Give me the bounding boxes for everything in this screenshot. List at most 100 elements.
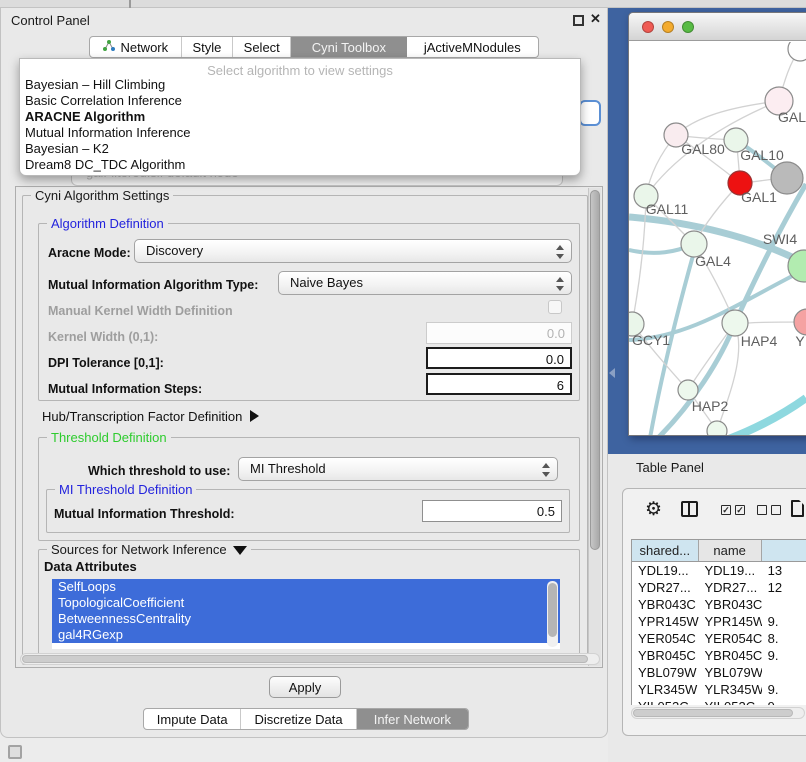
table-cell: YER054C xyxy=(632,630,699,647)
algorithm-option[interactable]: Dream8 DC_TDC Algorithm xyxy=(20,157,580,173)
table-row[interactable]: YLR345WYLR345W9. xyxy=(632,681,806,698)
tab-jactivemnodules[interactable]: jActiveMNodules xyxy=(407,37,538,57)
tab-label: Style xyxy=(193,40,222,55)
scrollbar-thumb[interactable] xyxy=(22,655,588,663)
algorithm-option[interactable]: Basic Correlation Inference xyxy=(20,93,580,109)
table-panel-window: Table Panel ⚙ ✓ ✓ shared...name YDL19...… xyxy=(608,454,806,762)
data-attribute-item[interactable]: TopologicalCoefficient xyxy=(52,595,560,611)
node-label: HAP2 xyxy=(692,398,729,414)
data-attributes-list[interactable]: SelfLoopsTopologicalCoefficientBetweenne… xyxy=(52,579,560,649)
algorithm-option[interactable]: ARACNE Algorithm xyxy=(20,109,580,125)
mi-steps-field[interactable]: 6 xyxy=(426,373,572,395)
table-panel-title: Table Panel xyxy=(636,460,704,475)
aracne-mode-combo[interactable]: Discovery xyxy=(134,239,572,263)
network-view-window: GALGAL80GAL10GAL1GAL11GAL4SWI4GCY1HAP4YH… xyxy=(628,12,806,436)
tab-impute-data[interactable]: Impute Data xyxy=(144,709,241,729)
minimize-traffic-light[interactable] xyxy=(662,21,674,33)
apply-button[interactable]: Apply xyxy=(269,676,341,698)
hub-definition-label: Hub/Transcription Factor Definition xyxy=(42,409,242,424)
panel-collapse-arrow-icon[interactable] xyxy=(609,368,615,378)
tab-label: Select xyxy=(244,40,280,55)
close-icon[interactable]: ✕ xyxy=(590,11,601,27)
mi-threshold-field[interactable]: 0.5 xyxy=(422,500,562,522)
algorithm-option[interactable]: Bayesian – Hill Climbing xyxy=(20,77,580,93)
network-node[interactable] xyxy=(788,42,806,61)
network-edge[interactable] xyxy=(676,101,779,135)
tab-cyni-toolbox[interactable]: Cyni Toolbox xyxy=(291,37,406,57)
table-row[interactable]: YBR043CYBR043C xyxy=(632,596,806,613)
select-all-icon[interactable]: ✓ xyxy=(721,505,731,515)
node-label: SWI4 xyxy=(763,231,797,247)
dpi-tolerance-field[interactable]: 0.0 xyxy=(426,347,572,369)
select-all-icon[interactable]: ✓ xyxy=(735,505,745,515)
table-cell: YLR345W xyxy=(699,681,762,698)
data-attribute-item[interactable]: gal4RGexp xyxy=(52,627,560,643)
algorithm-option[interactable]: Mutual Information Inference xyxy=(20,125,580,141)
node-table[interactable]: shared...name YDL19...YDL19...13YDR27...… xyxy=(631,539,806,705)
new-column-icon[interactable] xyxy=(791,500,804,517)
node-label: GAL xyxy=(778,109,806,125)
tab-infer-network[interactable]: Infer Network xyxy=(357,709,468,729)
attributes-scrollbar[interactable] xyxy=(547,581,558,647)
combo-value: Discovery xyxy=(146,243,203,258)
tab-discretize-data[interactable]: Discretize Data xyxy=(241,709,356,729)
column-header[interactable] xyxy=(762,540,806,561)
table-row[interactable]: YIL052CYIL052C9. xyxy=(632,698,806,705)
combo-spinner-icon xyxy=(542,462,550,478)
table-row[interactable]: YPR145WYPR145W9. xyxy=(632,613,806,630)
tab-label: Infer Network xyxy=(374,712,451,727)
chevron-down-icon xyxy=(233,546,247,555)
which-threshold-combo[interactable]: MI Threshold xyxy=(238,457,558,481)
scrollbar-thumb[interactable] xyxy=(548,583,557,637)
algorithm-option[interactable]: Bayesian – K2 xyxy=(20,141,580,157)
network-edge[interactable] xyxy=(726,398,806,436)
table-cell: YER054C xyxy=(699,630,762,647)
gear-icon[interactable]: ⚙ xyxy=(645,498,662,521)
kernel-width-field[interactable]: 0.0 xyxy=(426,322,572,344)
control-panel-tabs: Network Style Select Cyni Toolbox jActiv… xyxy=(89,36,539,58)
hub-definition-toggle[interactable]: Hub/Transcription Factor Definition xyxy=(42,409,259,424)
network-node[interactable] xyxy=(794,309,806,335)
table-row[interactable]: YDR27...YDR27...12 xyxy=(632,579,806,596)
scrollbar-thumb[interactable] xyxy=(633,709,793,717)
table-cell: YBL079W xyxy=(632,664,699,681)
tab-style[interactable]: Style xyxy=(182,37,234,57)
control-panel-title: Control Panel xyxy=(11,13,90,28)
data-attribute-item[interactable]: BetweennessCentrality xyxy=(52,611,560,627)
column-header[interactable]: shared... xyxy=(632,540,699,561)
table-horizontal-scrollbar[interactable] xyxy=(631,707,805,719)
scrollbar-thumb[interactable] xyxy=(590,190,600,550)
node-label: GAL11 xyxy=(646,201,689,217)
collapsed-panel-icon[interactable] xyxy=(8,745,22,759)
close-traffic-light[interactable] xyxy=(642,21,654,33)
table-row[interactable]: YER054CYER054C8. xyxy=(632,630,806,647)
tab-network[interactable]: Network xyxy=(90,37,182,57)
tab-label: Impute Data xyxy=(157,712,228,727)
network-window-titlebar[interactable] xyxy=(629,13,806,41)
tab-select[interactable]: Select xyxy=(233,37,291,57)
table-row[interactable]: YBL079WYBL079W xyxy=(632,664,806,681)
settings-horizontal-scrollbar[interactable] xyxy=(20,653,600,665)
combo-spinner-icon xyxy=(556,276,564,292)
table-cell: 8. xyxy=(762,630,806,647)
table-row[interactable]: YDL19...YDL19...13 xyxy=(632,562,806,579)
deselect-all-icon[interactable] xyxy=(771,505,781,515)
node-label: GAL1 xyxy=(741,189,777,205)
table-row[interactable]: YBR045CYBR045C9. xyxy=(632,647,806,664)
manual-kernel-checkbox[interactable] xyxy=(548,300,562,314)
settings-vertical-scrollbar[interactable] xyxy=(588,188,601,666)
table-panel-body: ⚙ ✓ ✓ shared...name YDL19...YDL19...13YD… xyxy=(622,488,806,736)
data-attribute-item[interactable]: SelfLoops xyxy=(52,579,560,595)
column-header[interactable]: name xyxy=(699,540,762,561)
network-edge[interactable] xyxy=(629,270,804,340)
split-columns-icon[interactable] xyxy=(681,501,698,517)
deselect-all-icon[interactable] xyxy=(757,505,767,515)
zoom-traffic-light[interactable] xyxy=(682,21,694,33)
table-cell: 9. xyxy=(762,698,806,705)
float-window-icon[interactable] xyxy=(573,15,584,26)
network-node[interactable] xyxy=(678,380,698,400)
network-node[interactable] xyxy=(707,421,727,436)
network-canvas[interactable]: GALGAL80GAL10GAL1GAL11GAL4SWI4GCY1HAP4YH… xyxy=(629,42,806,436)
mi-type-combo[interactable]: Naive Bayes xyxy=(278,271,572,295)
sources-group-title[interactable]: Sources for Network Inference xyxy=(47,542,251,557)
